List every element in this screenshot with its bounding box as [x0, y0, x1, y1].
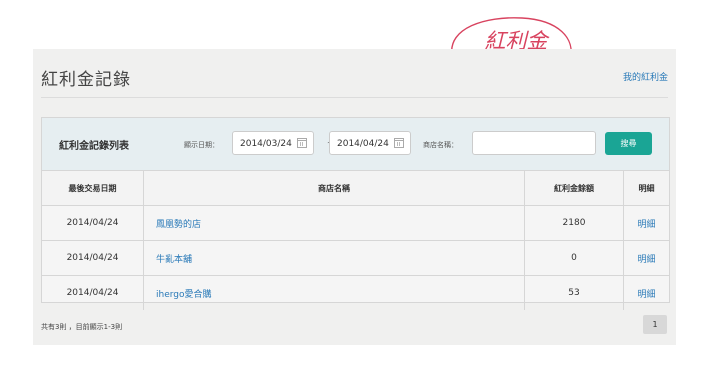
- calendar-icon[interactable]: [394, 138, 404, 148]
- column-header-date: 最後交易日期: [42, 171, 144, 206]
- date-label: 顯示日期：: [184, 141, 219, 149]
- store-link[interactable]: 牛亂本舖: [156, 255, 192, 265]
- row-date: 2014/04/24: [42, 275, 144, 310]
- detail-link[interactable]: 明細: [637, 220, 655, 230]
- row-store-cell: ihergo愛合購: [143, 275, 525, 310]
- row-balance: 53: [524, 275, 624, 310]
- date-from-input[interactable]: 2014/03/24: [232, 131, 314, 155]
- store-label: 商店名稱：: [423, 141, 458, 149]
- row-store-cell: 鳳凰勢的店: [143, 205, 525, 241]
- date-to-value: 2014/04/24: [337, 139, 389, 149]
- store-link[interactable]: ihergo愛合購: [156, 290, 212, 300]
- bonus-table: 最後交易日期 商店名稱 紅利金餘額 明細 2014/04/24 鳳凰勢的店 21…: [42, 171, 669, 310]
- date-from-value: 2014/03/24: [240, 139, 292, 149]
- bonus-list-card: 紅利金記錄列表 顯示日期： 2014/03/24 ~ 2014/04/24 商店…: [41, 117, 670, 310]
- filter-bar: 紅利金記錄列表 顯示日期： 2014/03/24 ~ 2014/04/24 商店…: [42, 118, 669, 171]
- table-row: 2014/04/24 牛亂本舖 0 明細: [42, 240, 669, 276]
- store-link[interactable]: 鳳凰勢的店: [156, 220, 201, 230]
- table-header-row: 最後交易日期 商店名稱 紅利金餘額 明細: [42, 171, 669, 206]
- bonus-record-panel: 紅利金記錄 我的紅利金 紅利金記錄列表 顯示日期： 2014/03/24 ~ 2…: [33, 49, 676, 345]
- row-balance: 2180: [524, 205, 624, 241]
- pagination-summary: 共有3則 ，目前顯示1-3則: [41, 323, 123, 331]
- my-bonus-link[interactable]: 我的紅利金: [623, 70, 668, 83]
- detail-link[interactable]: 明細: [637, 255, 655, 265]
- column-header-store: 商店名稱: [143, 171, 525, 206]
- date-to-input[interactable]: 2014/04/24: [329, 131, 411, 155]
- search-button[interactable]: 搜尋: [605, 132, 652, 155]
- table-row: 2014/04/24 ihergo愛合購 53 明細: [42, 275, 670, 311]
- store-name-input[interactable]: [472, 131, 596, 155]
- row-date: 2014/04/24: [42, 205, 144, 241]
- row-detail-cell: 明細: [624, 276, 670, 311]
- list-title: 紅利金記錄列表: [59, 141, 129, 152]
- row-date: 2014/04/24: [42, 240, 144, 276]
- row-detail-cell: 明細: [623, 205, 669, 241]
- title-divider: [41, 97, 668, 98]
- row-balance: 0: [524, 240, 624, 276]
- column-header-balance: 紅利金餘額: [524, 171, 624, 206]
- table-row: 2014/04/24 鳳凰勢的店 2180 明細: [42, 205, 669, 241]
- column-header-detail: 明細: [623, 171, 669, 206]
- detail-link[interactable]: 明細: [637, 290, 655, 300]
- page-title: 紅利金記錄: [41, 70, 131, 90]
- row-store-cell: 牛亂本舖: [143, 240, 525, 276]
- calendar-icon[interactable]: [297, 138, 307, 148]
- row-detail-cell: 明細: [623, 240, 669, 276]
- page-1-button[interactable]: 1: [643, 315, 667, 334]
